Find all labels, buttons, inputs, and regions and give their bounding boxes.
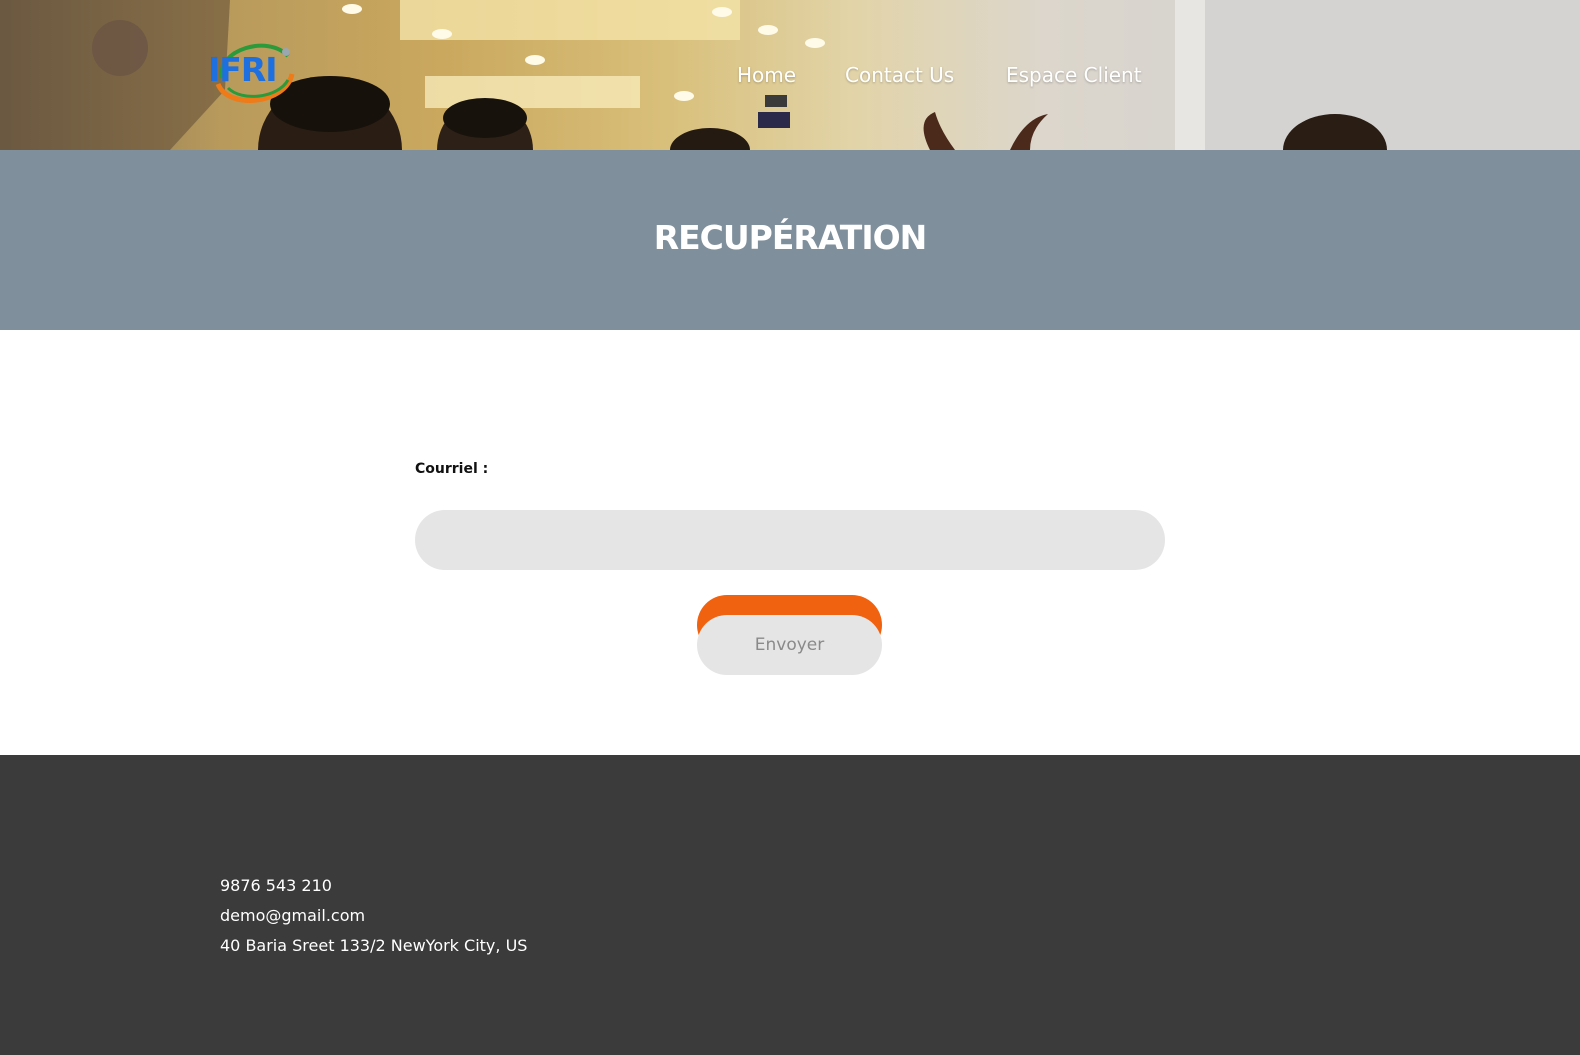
logo-text: IFRI [208, 50, 278, 89]
email-label: Courriel : [415, 461, 489, 477]
title-banner: RECUPÉRATION [0, 150, 1580, 330]
recovery-form: Courriel : Envoyer [415, 455, 1165, 695]
send-button[interactable]: Envoyer [697, 615, 882, 675]
nav-home[interactable]: Home [737, 60, 796, 90]
site-footer: 9876 543 210 demo@gmail.com 40 Baria Sre… [0, 755, 1580, 1055]
ifri-logo[interactable]: IFRI [208, 38, 298, 106]
footer-phone[interactable]: 9876 543 210 [220, 871, 527, 901]
page-title: RECUPÉRATION [653, 218, 928, 257]
contact-info: 9876 543 210 demo@gmail.com 40 Baria Sre… [220, 871, 527, 961]
email-field[interactable] [415, 510, 1165, 570]
nav-contact-us[interactable]: Contact Us [845, 60, 954, 90]
site-header: IFRI Home Contact Us Espace Client [0, 0, 1580, 150]
footer-email[interactable]: demo@gmail.com [220, 901, 527, 931]
nav-espace-client[interactable]: Espace Client [1006, 60, 1142, 90]
footer-address: 40 Baria Sreet 133/2 NewYork City, US [220, 936, 528, 955]
